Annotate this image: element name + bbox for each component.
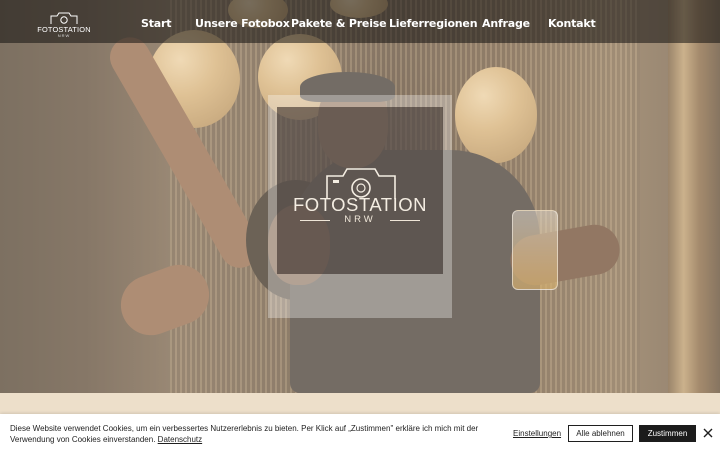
brand-logo[interactable]: FOTOSTATION NRW xyxy=(36,12,92,38)
cookie-banner: Diese Website verwendet Cookies, um ein … xyxy=(0,414,720,450)
site-header: FOTOSTATION NRW Start Unsere Fotobox Pak… xyxy=(0,0,720,43)
close-icon[interactable] xyxy=(702,427,714,439)
camera-icon xyxy=(50,12,78,24)
nav-kontakt[interactable]: Kontakt xyxy=(548,17,596,30)
page: FOTOSTATION NRW FOTOSTATION NRW Start Un… xyxy=(0,0,720,450)
accept-button[interactable]: Zustimmen xyxy=(639,425,696,442)
cookie-message: Diese Website verwendet Cookies, um ein … xyxy=(10,424,490,445)
hero-logo-name: FOTOSTATION xyxy=(293,194,427,215)
reject-all-button[interactable]: Alle ablehnen xyxy=(568,425,633,442)
cookie-message-text: Diese Website verwendet Cookies, um ein … xyxy=(10,424,479,444)
brand-sub: NRW xyxy=(57,33,71,38)
nav-unsere-fotobox[interactable]: Unsere Fotobox xyxy=(195,17,290,30)
hero-image: FOTOSTATION NRW xyxy=(0,0,720,393)
nav-anfrage[interactable]: Anfrage xyxy=(482,17,530,30)
divider xyxy=(390,220,420,221)
nav-pakete-preise[interactable]: Pakete & Preise xyxy=(291,17,387,30)
privacy-link[interactable]: Datenschutz xyxy=(158,435,202,444)
cookie-settings-link[interactable]: Einstellungen xyxy=(513,429,561,438)
nav-lieferregionen[interactable]: Lieferregionen xyxy=(389,17,478,30)
nav-start[interactable]: Start xyxy=(141,17,171,30)
